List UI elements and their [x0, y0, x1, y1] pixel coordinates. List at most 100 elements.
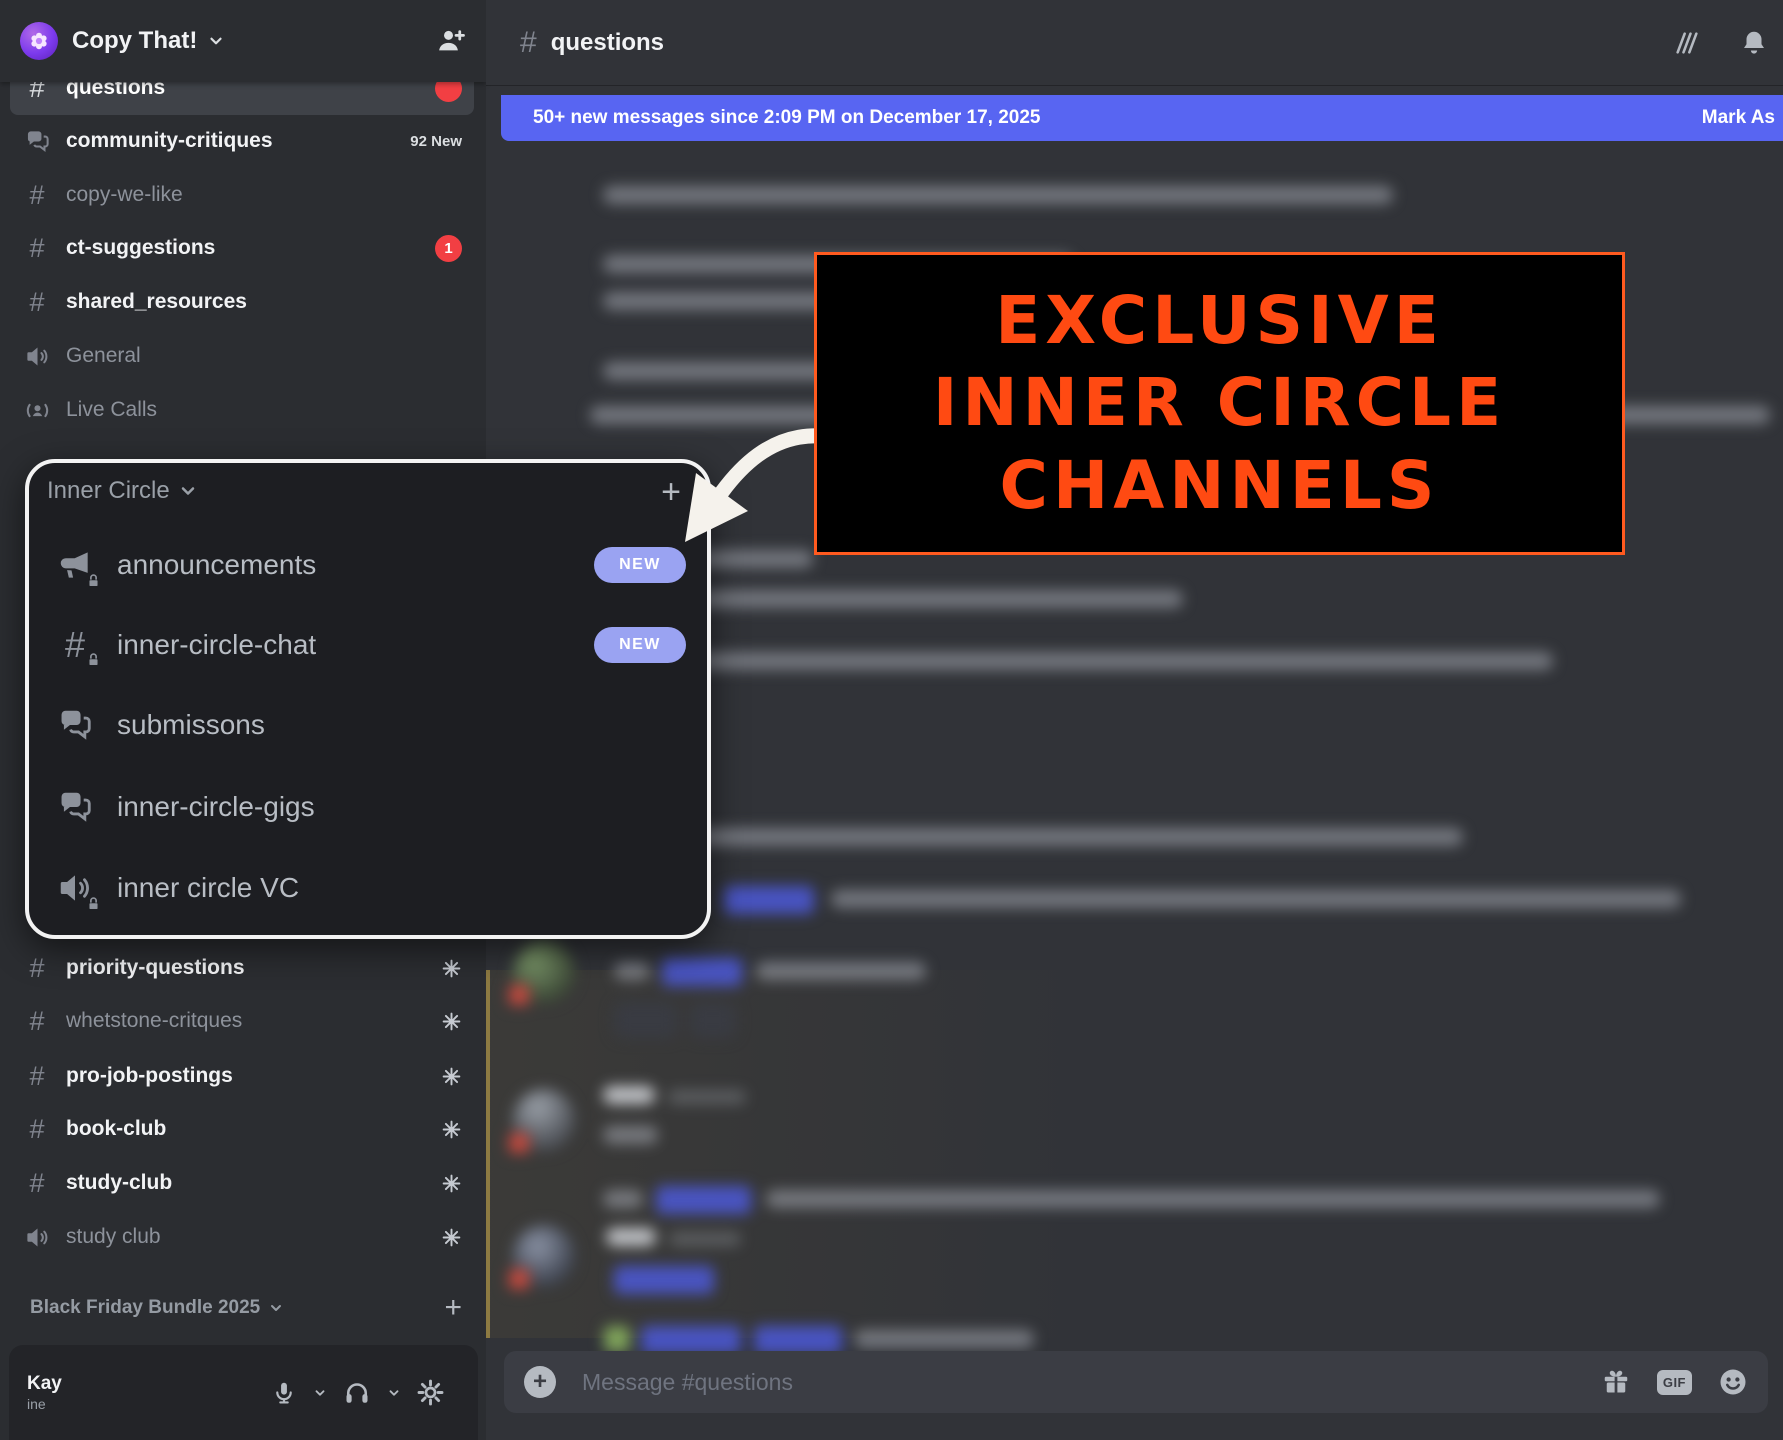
- gift-icon[interactable]: [1601, 1367, 1631, 1397]
- channel-study-club-voice[interactable]: study club: [10, 1210, 474, 1264]
- channel-submissons[interactable]: submissons: [55, 693, 687, 757]
- exclusive-channels-annotation: EXCLUSIVE INNER CIRCLE CHANNELS: [814, 252, 1625, 555]
- emoji-picker-icon[interactable]: [1718, 1367, 1748, 1397]
- hash-icon: #: [29, 1060, 45, 1091]
- settings-gear-icon[interactable]: [417, 1379, 444, 1406]
- speaker-icon: [22, 343, 52, 370]
- blurred-mention-pill: [641, 1326, 741, 1354]
- mark-as-read-button[interactable]: Mark As: [1702, 107, 1775, 129]
- channel-whetstone-critques[interactable]: # whetstone-critques: [10, 994, 474, 1048]
- microphone-icon[interactable]: [271, 1380, 297, 1406]
- new-messages-text: 50+ new messages since 2:09 PM on Decemb…: [533, 107, 1041, 128]
- hash-icon: #: [29, 1167, 45, 1198]
- unread-count: 92 New: [410, 132, 462, 150]
- speaker-lock-icon: [55, 869, 99, 911]
- chevron-down-icon[interactable]: [387, 1386, 401, 1400]
- hash-icon: #: [29, 952, 45, 983]
- sparkle-icon: [441, 1066, 462, 1087]
- chat-header: # questions: [486, 0, 1783, 85]
- channel-live-calls[interactable]: Live Calls: [10, 383, 474, 437]
- add-channel-button[interactable]: +: [661, 475, 681, 509]
- annotation-line: INNER CIRCLE: [932, 364, 1507, 442]
- channel-shared-resources[interactable]: # shared_resources: [10, 275, 474, 329]
- category-label: Inner Circle: [47, 477, 170, 504]
- username: Kay: [27, 1372, 62, 1394]
- category-black-friday-bundle[interactable]: Black Friday Bundle 2025 +: [30, 1288, 462, 1328]
- add-channel-button[interactable]: +: [444, 1293, 462, 1323]
- blurred-text-line: [603, 652, 1553, 670]
- user-info[interactable]: Kay ine: [27, 1373, 62, 1413]
- server-name: Copy That!: [72, 27, 198, 54]
- channel-book-club[interactable]: # book-club: [10, 1102, 474, 1156]
- channel-label: inner-circle-gigs: [117, 791, 315, 822]
- blurred-text-line: [854, 1330, 1034, 1348]
- forum-icon: [22, 128, 52, 155]
- channel-label: copy-we-like: [66, 183, 183, 206]
- blurred-mention-pill: [724, 886, 814, 914]
- threads-icon[interactable]: [1673, 29, 1701, 57]
- reaction-pill[interactable]: [614, 1002, 678, 1038]
- channel-label: shared_resources: [66, 290, 247, 313]
- headphones-icon[interactable]: [343, 1379, 371, 1407]
- channel-community-critiques[interactable]: community-critiques 92 New: [10, 114, 474, 168]
- avatar[interactable]: [507, 941, 575, 1007]
- channel-label: whetstone-critques: [66, 1009, 243, 1032]
- gif-picker-button[interactable]: GIF: [1656, 1369, 1692, 1395]
- chevron-down-icon[interactable]: [313, 1386, 327, 1400]
- blurred-mention-pill: [656, 1186, 751, 1214]
- discord-app: # questions community-critiques 92 New #…: [0, 0, 1783, 1440]
- hash-icon: #: [29, 1113, 45, 1144]
- stage-icon: [22, 397, 52, 424]
- notifications-bell-icon[interactable]: [1739, 28, 1769, 58]
- chevron-down-icon: [207, 32, 225, 50]
- channel-inner-circle-gigs[interactable]: inner-circle-gigs: [55, 775, 687, 839]
- channel-label: book-club: [66, 1117, 167, 1140]
- attach-plus-button[interactable]: +: [524, 1366, 556, 1398]
- channel-inner-circle-chat[interactable]: # inner-circle-chat: [55, 613, 687, 677]
- channel-inner-circle-vc[interactable]: inner circle VC: [55, 856, 687, 920]
- hash-icon: #: [520, 25, 537, 59]
- channel-label: submissons: [117, 709, 265, 740]
- category-label: Black Friday Bundle 2025: [30, 1297, 261, 1318]
- unread-badge: 1: [435, 234, 462, 262]
- hash-lock-icon: #: [55, 627, 99, 667]
- sparkle-icon: [441, 1173, 462, 1194]
- blurred-mention-pill: [614, 1266, 714, 1294]
- chevron-down-icon: [178, 481, 198, 501]
- channel-announcements[interactable]: announcements: [55, 533, 687, 597]
- blurred-text-line: [614, 962, 650, 980]
- blurred-text-line: [831, 890, 1681, 908]
- inner-circle-callout: Inner Circle + announcements NEW # inner…: [25, 459, 711, 939]
- channel-label: ct-suggestions: [66, 236, 216, 259]
- channel-study-club[interactable]: # study-club: [10, 1156, 474, 1210]
- chevron-down-icon: [268, 1300, 284, 1316]
- channel-label: pro-job-postings: [66, 1064, 233, 1087]
- reaction-pill[interactable]: [690, 1002, 736, 1038]
- channel-label: priority-questions: [66, 956, 245, 979]
- user-panel: Kay ine: [9, 1345, 478, 1440]
- sparkle-icon: [441, 1011, 462, 1032]
- category-inner-circle[interactable]: Inner Circle: [47, 477, 198, 505]
- invite-people-icon[interactable]: [436, 26, 466, 56]
- avatar[interactable]: [507, 1089, 575, 1155]
- blurred-mention-pill: [754, 1326, 842, 1354]
- new-messages-banner[interactable]: 50+ new messages since 2:09 PM on Decemb…: [501, 95, 1783, 141]
- blurred-text-line: [766, 1190, 1660, 1208]
- hash-icon: #: [29, 286, 45, 317]
- avatar[interactable]: [507, 1225, 575, 1291]
- server-header[interactable]: Copy That!: [0, 0, 486, 82]
- blurred-emoji: [604, 1326, 630, 1352]
- hash-icon: #: [29, 1005, 45, 1036]
- hash-icon: #: [29, 232, 45, 263]
- channel-copy-we-like[interactable]: # copy-we-like: [10, 168, 474, 222]
- channel-label: inner-circle-chat: [117, 629, 317, 660]
- channel-general-voice[interactable]: General: [10, 329, 474, 383]
- message-input[interactable]: [580, 1367, 1577, 1397]
- channel-priority-questions[interactable]: # priority-questions: [10, 941, 474, 995]
- channel-label: inner circle VC: [117, 872, 300, 903]
- forum-icon: [55, 788, 95, 826]
- channel-label: community-critiques: [66, 129, 273, 152]
- speaker-icon: [22, 1224, 52, 1251]
- channel-pro-job-postings[interactable]: # pro-job-postings: [10, 1049, 474, 1103]
- channel-ct-suggestions[interactable]: # ct-suggestions 1: [10, 221, 474, 275]
